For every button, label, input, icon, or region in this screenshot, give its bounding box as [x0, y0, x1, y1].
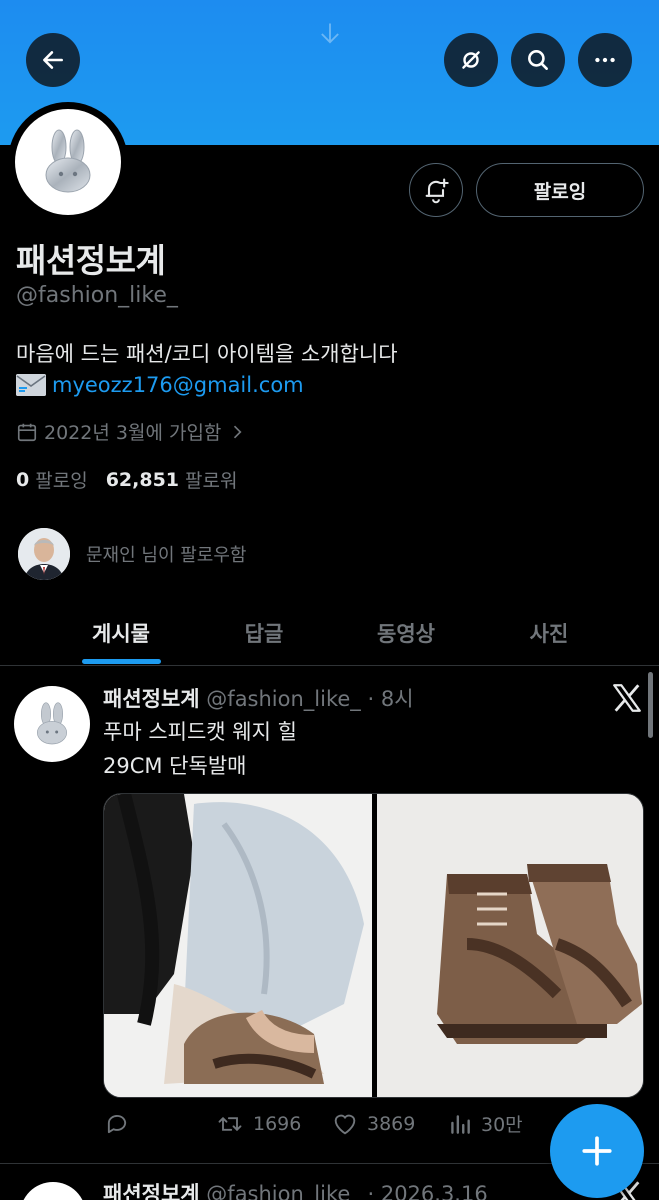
followers-label[interactable]: 팔로워	[185, 466, 237, 493]
post-header: 패션정보계 @fashion_like_ · 8시	[103, 683, 414, 713]
post-text: 푸마 스피드캣 웨지 힐 29CM 단독발매	[103, 715, 297, 783]
search-icon	[528, 50, 548, 70]
post-media[interactable]	[103, 793, 644, 1098]
views-button[interactable]: 30만	[447, 1110, 523, 1137]
rabbit-figure-icon	[45, 129, 91, 193]
reply-icon	[107, 1115, 127, 1134]
plus-icon	[582, 1136, 612, 1166]
post-handle-time: @fashion_like_ · 8시	[206, 687, 414, 711]
envelope-icon	[16, 374, 46, 396]
x-logo-icon	[613, 684, 641, 712]
views-chart-icon	[451, 1114, 470, 1134]
calendar-icon	[17, 423, 37, 441]
more-button[interactable]	[578, 33, 632, 87]
followed-by-row[interactable]: 문재인 님이 팔로우함	[18, 528, 246, 580]
profile-tabs: 게시물 답글 동영상 사진	[0, 600, 659, 666]
reply-button[interactable]	[103, 1110, 139, 1138]
post-item[interactable]: 패션정보계 @fashion_like_ · 8시 푸마 스피드캣 웨지 힐 2…	[0, 667, 659, 1164]
post-image-shoes[interactable]	[377, 794, 643, 1097]
follower-avatar	[18, 528, 70, 580]
profile-bio: 마음에 드는 패션/코디 아이템을 소개합니다	[16, 342, 398, 366]
post-header: 패션정보계 @fashion_like_ · 2026.3.16	[103, 1178, 488, 1200]
tab-replies[interactable]: 답글	[203, 600, 325, 666]
more-icon	[595, 57, 615, 63]
tab-posts[interactable]: 게시물	[60, 600, 182, 666]
following-label[interactable]: 팔로잉	[35, 466, 87, 493]
post-text-line: 29CM 단독발매	[103, 754, 247, 778]
email-link[interactable]: myeozz176@gmail.com	[52, 373, 304, 397]
following-count[interactable]: 0	[16, 469, 29, 491]
followed-by-text: 문재인 님이 팔로우함	[86, 545, 247, 566]
translate-off-icon	[462, 51, 480, 69]
joined-date[interactable]: 2022년 3월에 가입함	[16, 418, 253, 445]
tab-photos[interactable]: 사진	[488, 600, 610, 666]
search-button[interactable]	[511, 33, 565, 87]
heart-icon	[334, 1114, 356, 1135]
retweet-count: 1696	[253, 1113, 302, 1135]
rabbit-figure-icon	[37, 702, 67, 745]
following-button[interactable]: 팔로잉	[476, 163, 644, 217]
profile-avatar[interactable]	[8, 102, 128, 222]
joined-text: 2022년 3월에 가입함	[44, 422, 222, 444]
translate-off-button[interactable]	[444, 33, 498, 87]
follow-stats: 0 팔로잉 62,851 팔로워	[16, 466, 255, 493]
post-image-model[interactable]	[104, 794, 372, 1097]
post-text-line: 푸마 스피드캣 웨지 힐	[103, 720, 297, 744]
post-author-name[interactable]: 패션정보계	[103, 687, 200, 711]
like-button[interactable]: 3869	[331, 1110, 415, 1138]
followers-count[interactable]: 62,851	[106, 469, 179, 491]
retweet-button[interactable]: 1696	[215, 1110, 301, 1138]
post-handle-time: @fashion_like_ · 2026.3.16	[206, 1182, 488, 1200]
post-avatar[interactable]	[14, 686, 90, 762]
compose-button[interactable]	[550, 1104, 644, 1198]
bell-plus-icon	[425, 178, 449, 204]
profile-handle: @fashion_like_	[16, 283, 178, 308]
chevron-right-icon	[234, 425, 242, 438]
pull-down-arrow-icon	[321, 23, 339, 44]
back-button[interactable]	[26, 33, 80, 87]
active-tab-indicator	[82, 659, 161, 664]
post-avatar[interactable]	[20, 1182, 86, 1200]
like-count: 3869	[367, 1113, 416, 1135]
bio-email-line: myeozz176@gmail.com	[16, 373, 304, 397]
arrow-left-icon	[43, 51, 63, 69]
views-count: 30만	[481, 1114, 523, 1136]
post-author-name[interactable]: 패션정보계	[103, 1182, 200, 1200]
scrollbar[interactable]	[648, 672, 653, 738]
retweet-icon	[218, 1116, 242, 1132]
notification-subscribe-button[interactable]	[409, 163, 463, 217]
profile-name: 패션정보계	[16, 241, 166, 280]
tab-videos[interactable]: 동영상	[345, 600, 467, 666]
